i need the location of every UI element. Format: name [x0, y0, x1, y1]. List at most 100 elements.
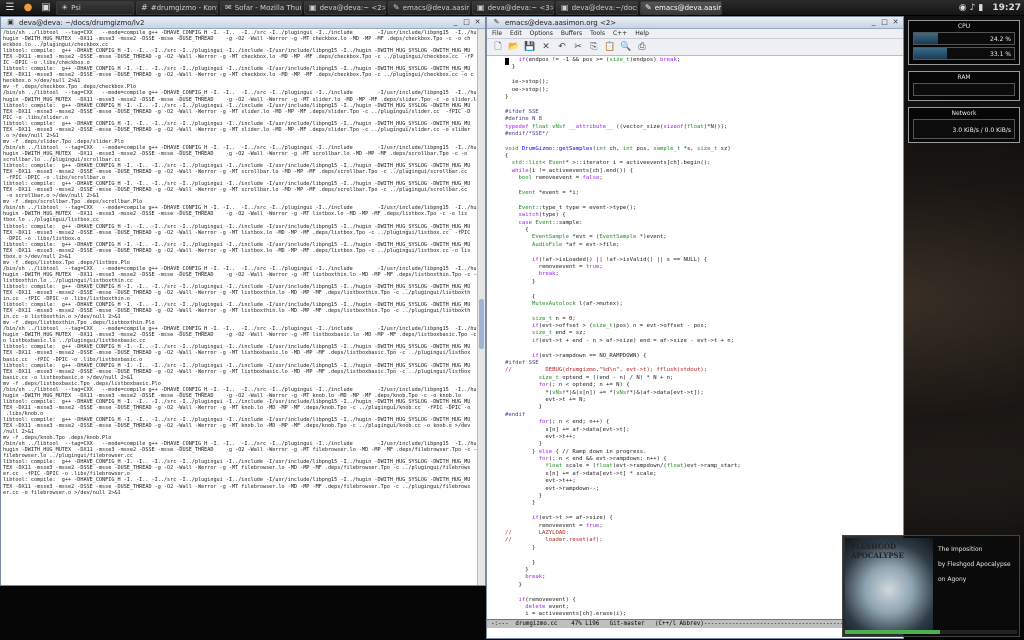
code-line: }: [505, 278, 536, 285]
emacs-title: emacs@deva.aasimon.org <2>: [505, 18, 617, 27]
copy-icon[interactable]: ⎘: [587, 41, 601, 54]
code-line: bool removeevent = false;: [518, 175, 603, 182]
code-line: }: [505, 559, 536, 566]
terminal-line: libtool: compile: g++ -DHAVE_CONFIG_H -I…: [3, 120, 471, 127]
terminal-line: /bin/sh ../libtool --tag=CXX --mode=comp…: [3, 265, 477, 272]
code-line: break;: [525, 574, 546, 581]
minimize-icon[interactable]: _: [869, 18, 878, 27]
code-line: evt->rampdown--;: [505, 485, 600, 492]
minimize-icon[interactable]: _: [451, 18, 460, 27]
network-rate: 3.0 KiB/s / 0.0 KiB/s: [952, 127, 1011, 134]
code-line: while(i != activeevents[ch].end()) {: [511, 167, 633, 174]
terminal-scrollbar-thumb[interactable]: [479, 299, 484, 349]
emacs-app-icon[interactable]: ✎: [492, 18, 501, 27]
network-icon[interactable]: ◉: [959, 3, 967, 13]
code-line: {: [505, 293, 536, 300]
new-file-icon[interactable]: 🗋: [491, 41, 505, 54]
task-icon: ✎: [393, 3, 400, 12]
task-icon: ▣: [309, 3, 317, 12]
ram-panel: RAM: [908, 71, 1020, 101]
code-editor[interactable]: if(endpos != -1 && pos >= (size_t)endpos…: [487, 57, 903, 627]
taskbar-item[interactable]: ▣ deva@deva:~ <2>: [304, 0, 386, 15]
cpu-core-1-bar: [914, 33, 939, 44]
maximize-icon[interactable]: □: [462, 18, 471, 27]
taskbar-item[interactable]: ✉Sofar - Mozilla Thunderbird: [220, 0, 302, 15]
task-label: emacs@deva.aasimon.org: [402, 3, 469, 12]
terminal-scrollbar[interactable]: [477, 29, 485, 585]
terminal-titlebar[interactable]: ▣ deva@deva: ~/docs/drumgizmo/lv2 _ □ ✕: [1, 17, 485, 29]
code-line: float scale = (float)evt->rampdown/(floa…: [545, 463, 741, 470]
terminal-title: deva@deva: ~/docs/drumgizmo/lv2: [19, 18, 145, 27]
code-line: if(evt->t + end - n > af->size) end = af…: [531, 337, 735, 344]
terminal-window[interactable]: ▣ deva@deva: ~/docs/drumgizmo/lv2 _ □ ✕ …: [0, 16, 486, 586]
cut-icon[interactable]: ✂: [571, 41, 585, 54]
menu-buffers[interactable]: Buffers: [561, 30, 582, 37]
code-line: evt->t++;: [505, 478, 576, 485]
taskbar-item[interactable]: ☀ Psi: [56, 0, 134, 15]
code-line: case Event::sample:: [518, 219, 583, 226]
menu-c[interactable]: C++: [613, 30, 627, 37]
cpu-core-1-value: 24.2 %: [990, 36, 1011, 43]
code-line: #endif/*SSE*/: [505, 130, 549, 137]
menu-file[interactable]: File: [492, 30, 502, 37]
band-logo: FLESHGOD APOCALYPSE: [851, 542, 904, 560]
terminal-output[interactable]: /bin/sh ../libtool --tag=CXX --mode=comp…: [1, 29, 477, 585]
paste-icon[interactable]: 📋: [603, 41, 617, 54]
terminal-line: libtool: compile: g++ -DHAVE_CONFIG_H -I…: [3, 223, 471, 230]
taskbar-item[interactable]: ▣ deva@deva:~ <3>: [472, 0, 554, 15]
emacs-modeline: -:--- drumgizmo.cc 47% L196 Git-master (…: [487, 619, 903, 628]
track-progress-fill: [845, 630, 940, 634]
terminal-line: TEX -DX11 -msse3 -msse2 -DSSE -msse -DUS…: [3, 423, 471, 430]
volume-icon[interactable]: ♪: [970, 3, 976, 13]
save-icon[interactable]: 💾: [523, 41, 537, 54]
firefox-icon[interactable]: ●: [20, 1, 36, 15]
battery-icon[interactable]: ▮: [978, 3, 983, 13]
code-line: {: [505, 226, 529, 233]
undo-icon[interactable]: ↶: [555, 41, 569, 54]
taskbar-item[interactable]: ✎emacs@deva.aasimon.org: [640, 0, 722, 15]
emacs-menubar: File Edit Options Buffers Tools C++ Help: [487, 29, 903, 39]
track-progress[interactable]: [845, 630, 1017, 634]
task-icon: ▣: [477, 3, 485, 12]
menu-edit[interactable]: Edit: [510, 30, 522, 37]
track-album: on Agony: [938, 576, 967, 583]
terminal-line: TEX -DX11 -msse3 -msse2 -DSSE -msse -DUS…: [3, 368, 471, 375]
code-line: }: [505, 581, 522, 588]
close-icon[interactable]: ✕: [891, 18, 900, 27]
code-line: removeevent = true;: [505, 263, 603, 270]
code-line: if(evt->offset > (size_t)pos) n = evt->o…: [531, 323, 708, 330]
close-icon[interactable]: ✕: [539, 41, 553, 54]
track-info: The Imposition by Fleshgod Apocalypse on…: [938, 542, 1011, 587]
menu-tools[interactable]: Tools: [590, 30, 605, 37]
now-playing-widget[interactable]: FLESHGOD APOCALYPSE The Imposition by Fl…: [842, 535, 1020, 637]
cpu-core-1: 24.2 %: [913, 32, 1015, 45]
emacs-minibuffer[interactable]: [487, 628, 903, 638]
code-line: }: [505, 493, 543, 500]
taskbar-item[interactable]: ##drumgizmo - Konversation: [136, 0, 218, 15]
open-folder-icon[interactable]: 📂: [507, 41, 521, 54]
ram-bar: [913, 83, 1015, 96]
code-line: if(!af->isLoaded() || !af->isValid() || …: [531, 256, 708, 263]
search-icon[interactable]: 🔍: [619, 41, 633, 54]
clock[interactable]: 19:27: [992, 3, 1021, 13]
app-menu-icon[interactable]: ☰: [2, 1, 18, 15]
window-menu-icon[interactable]: ▣: [6, 18, 15, 27]
code-line: removeevent = true;: [505, 522, 603, 529]
code-line: oe->stop();: [505, 86, 549, 93]
taskbar-item[interactable]: ▣deva@deva:~/docs/drumgizmo/src/: [556, 0, 638, 15]
cpu-panel: CPU 24.2 % 33.1 %: [908, 20, 1020, 65]
menu-help[interactable]: Help: [635, 30, 649, 37]
emacs-titlebar[interactable]: ✎ emacs@deva.aasimon.org <2> _ □ ✕: [487, 17, 903, 29]
terminal-launcher-icon[interactable]: ▣: [38, 1, 54, 15]
code-line: }: [505, 64, 516, 71]
task-icon: #: [141, 3, 148, 12]
print-icon[interactable]: ⎙: [635, 41, 649, 54]
taskbar-item[interactable]: ✎emacs@deva.aasimon.org: [388, 0, 470, 15]
terminal-line: libtool: compile: g++ -DHAVE_CONFIG_H -I…: [3, 102, 471, 109]
code-line: }: [505, 544, 536, 551]
maximize-icon[interactable]: □: [880, 18, 889, 27]
close-icon[interactable]: ✕: [473, 18, 482, 27]
menu-options[interactable]: Options: [530, 30, 553, 37]
